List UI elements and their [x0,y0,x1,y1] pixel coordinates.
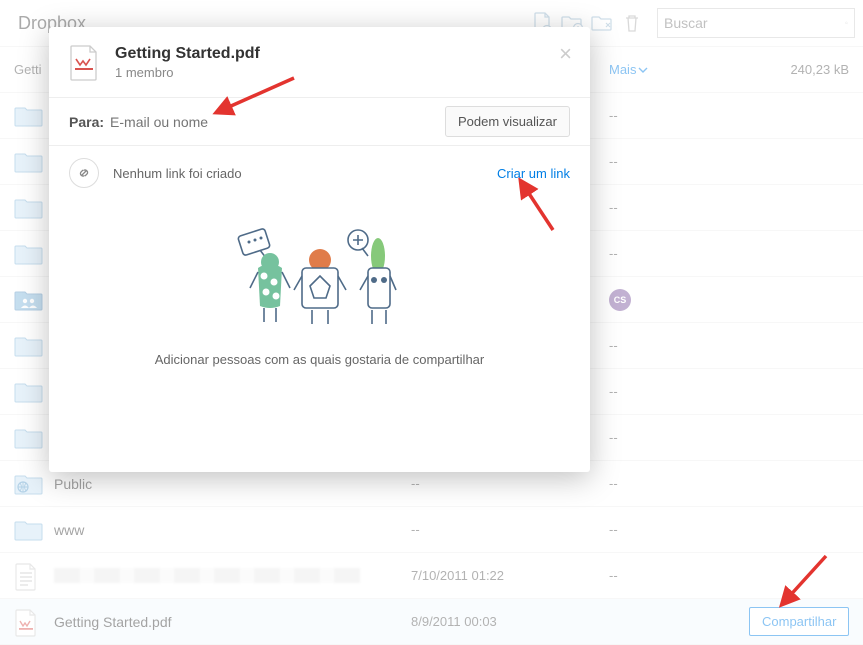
link-row: Nenhum link foi criado Criar um link [49,146,590,200]
no-link-text: Nenhum link foi criado [113,166,483,181]
share-recipient-row: Para: Podem visualizar [49,98,590,146]
link-icon [69,158,99,188]
modal-title: Getting Started.pdf [115,45,260,63]
share-modal: Getting Started.pdf 1 membro × Para: Pod… [49,27,590,472]
modal-caption: Adicionar pessoas com as quais gostaria … [49,352,590,367]
para-label: Para: [69,114,104,130]
create-link[interactable]: Criar um link [497,166,570,181]
pdf-file-icon [69,45,99,81]
modal-header: Getting Started.pdf 1 membro × [49,27,590,98]
modal-subtitle: 1 membro [115,65,260,80]
close-icon[interactable]: × [559,41,572,67]
recipient-input[interactable] [110,114,445,130]
share-illustration [49,220,590,330]
permission-button[interactable]: Podem visualizar [445,106,570,137]
